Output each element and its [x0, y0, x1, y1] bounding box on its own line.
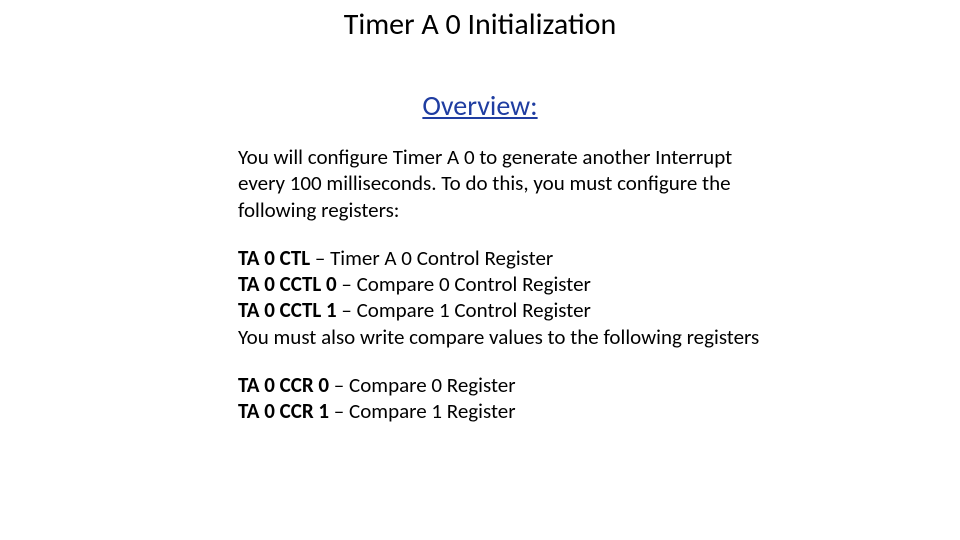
reg-name: TA 0 CCR 0: [238, 372, 329, 398]
reg-desc: – Compare 0 Control Register: [337, 271, 591, 297]
register-block-2: TA 0 CCR 0 – Compare 0 Register TA 0 CCR…: [238, 372, 768, 425]
intro-paragraph: You will configure Timer A 0 to generate…: [238, 144, 768, 223]
reg-desc: – Compare 1 Register: [329, 398, 515, 424]
tail-text: You must also write compare values to th…: [238, 324, 759, 350]
slide-body: You will configure Timer A 0 to generate…: [238, 144, 768, 424]
reg-desc: – Compare 0 Register: [329, 372, 515, 398]
reg-name: TA 0 CCR 1: [238, 398, 329, 424]
reg-desc: – Compare 1 Control Register: [337, 297, 591, 323]
slide-title: Timer A 0 Initialization: [0, 6, 960, 43]
register-block-1: TA 0 CTL – Timer A 0 Control Register TA…: [238, 245, 768, 350]
slide: Timer A 0 Initialization Overview: You w…: [0, 0, 960, 540]
reg-desc: – Timer A 0 Control Register: [310, 245, 553, 271]
slide-subtitle: Overview:: [0, 88, 960, 123]
reg-name: TA 0 CCTL 0: [238, 271, 337, 297]
reg-name: TA 0 CTL: [238, 245, 310, 271]
reg-name: TA 0 CCTL 1: [238, 297, 337, 323]
